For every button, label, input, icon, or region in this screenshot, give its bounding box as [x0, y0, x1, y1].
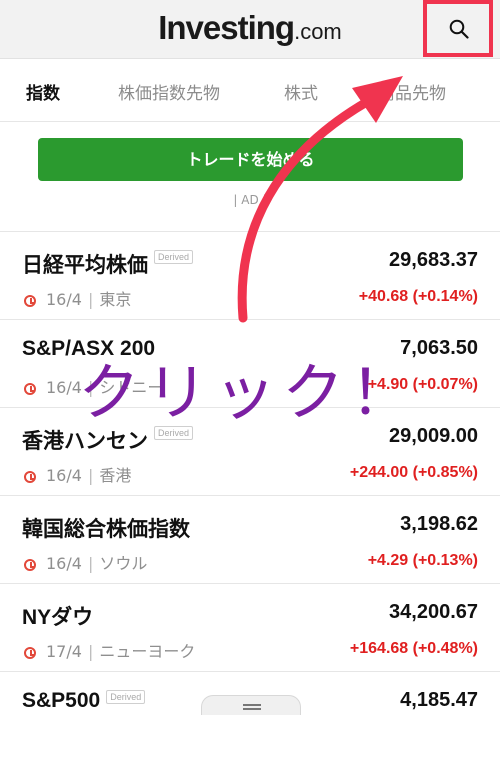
index-location: 東京	[99, 290, 132, 309]
derived-badge: Derived	[154, 426, 194, 440]
index-name-text: 韓国総合株価指数	[22, 518, 190, 541]
index-meta: 17/4 | ニューヨーク	[24, 638, 195, 662]
index-row-kospi[interactable]: 韓国総合株価指数 3,198.62 16/4 | ソウル +4.29 (+0.13%…	[0, 496, 500, 584]
index-date: 16/4	[46, 466, 82, 485]
index-date: 17/4	[46, 642, 82, 661]
app-header: Investing.com	[0, 0, 500, 59]
category-tabs: 指数 株価指数先物 株式 商品先物	[0, 59, 500, 122]
index-name-text: S&P/ASX 200	[22, 337, 156, 360]
index-price: 29,683.37	[389, 249, 478, 271]
index-row-asx200[interactable]: S&P/ASX 200 7,063.50 16/4 | シドニー +4.90 (+0…	[0, 320, 500, 408]
index-date: 16/4	[46, 378, 82, 397]
index-location: 香港	[99, 466, 132, 485]
index-name-text: NYダウ	[22, 606, 94, 629]
tab-stocks[interactable]: 株式	[284, 79, 318, 104]
derived-badge: Derived	[106, 690, 146, 704]
ad-label: | AD |	[233, 193, 267, 207]
clock-icon	[24, 559, 36, 571]
tab-index-futures[interactable]: 株価指数先物	[118, 79, 220, 104]
index-row-nikkei[interactable]: 日経平均株価 Derived 29,683.37 16/4 | 東京 +40.68 (…	[0, 232, 500, 320]
index-name-text: 香港ハンセン	[22, 430, 148, 453]
search-button[interactable]	[423, 0, 493, 57]
clock-icon	[24, 383, 36, 395]
index-name-text: S&P500	[22, 689, 101, 712]
index-price: 3,198.62	[400, 513, 478, 535]
index-change: +244.00 (+0.85%)	[349, 464, 478, 481]
index-price: 7,063.50	[400, 337, 478, 359]
index-price: 34,200.67	[389, 601, 478, 623]
index-change: +4.29 (+0.13%)	[367, 552, 478, 569]
index-name: S&P/ASX 200	[22, 337, 155, 361]
index-date: 16/4	[46, 554, 82, 573]
index-row-nydow[interactable]: NYダウ 34,200.67 17/4 | ニューヨーク +164.68 (+0.4…	[0, 584, 500, 672]
logo-domain-text: .com	[294, 19, 342, 44]
index-price: 29,009.00	[389, 425, 478, 447]
index-meta: 16/4 | ソウル	[24, 550, 147, 574]
clock-icon	[24, 647, 36, 659]
index-meta: 16/4 | 東京	[24, 286, 131, 310]
bottom-drawer-handle[interactable]	[201, 695, 301, 715]
index-name: NYダウ	[22, 601, 93, 631]
derived-badge: Derived	[154, 250, 194, 264]
tab-commodity-futures[interactable]: 商品先物	[378, 79, 446, 104]
index-location: シドニー	[99, 378, 164, 397]
start-trading-button[interactable]: トレードを始める	[38, 138, 463, 181]
index-location: ソウル	[99, 554, 148, 573]
index-name: S&P500 Derived	[22, 689, 146, 713]
index-price: 4,185.47	[400, 689, 478, 711]
index-name: 香港ハンセン Derived	[22, 425, 194, 455]
logo-main-text: Investing	[158, 9, 295, 46]
clock-icon	[24, 471, 36, 483]
index-meta: 16/4 | 香港	[24, 462, 131, 486]
index-name: 日経平均株価 Derived	[22, 249, 194, 279]
index-row-sp500[interactable]: S&P500 Derived 4,185.47	[0, 672, 500, 759]
index-change: +4.90 (+0.07%)	[367, 376, 478, 393]
index-row-hangseng[interactable]: 香港ハンセン Derived 29,009.00 16/4 | 香港 +244.00 …	[0, 408, 500, 496]
index-meta: 16/4 | シドニー	[24, 374, 163, 398]
index-date: 16/4	[46, 290, 82, 309]
clock-icon	[24, 295, 36, 307]
tab-indices[interactable]: 指数	[26, 79, 60, 104]
index-name-text: 日経平均株価	[22, 254, 148, 277]
search-icon	[449, 19, 469, 39]
index-change: +164.68 (+0.48%)	[349, 640, 478, 657]
index-change: +40.68 (+0.14%)	[358, 288, 478, 305]
index-location: ニューヨーク	[99, 642, 196, 661]
index-name: 韓国総合株価指数	[22, 513, 190, 543]
